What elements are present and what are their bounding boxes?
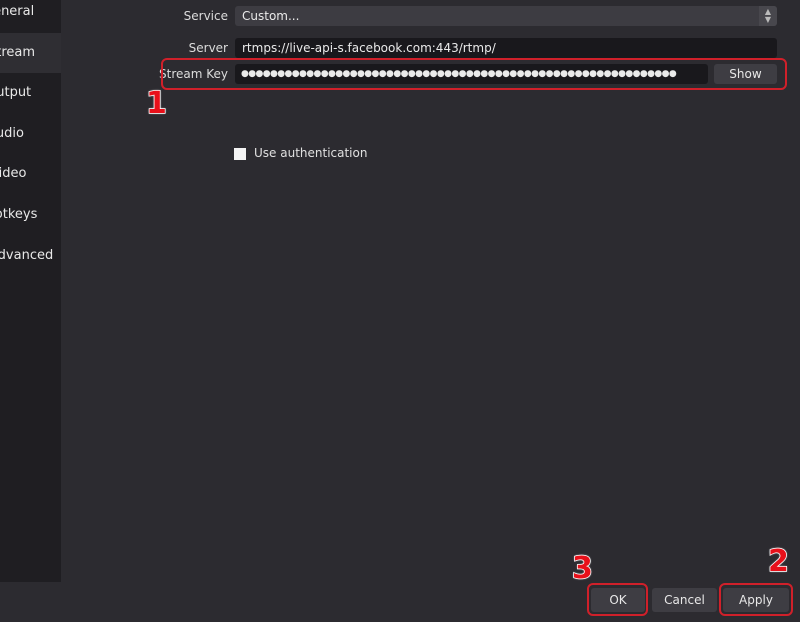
sidebar-item-advanced[interactable]: Advanced xyxy=(0,236,61,276)
sidebar-item-hotkeys[interactable]: Hotkeys xyxy=(0,195,61,235)
sidebar-item-label: Hotkeys xyxy=(0,207,38,222)
annotation-box-stream-key xyxy=(161,58,787,90)
server-label: Server xyxy=(188,41,228,55)
service-dropdown[interactable]: Custom... ▲ ▼ xyxy=(235,6,777,26)
annotation-number-3: 3 xyxy=(571,550,593,587)
use-authentication-label[interactable]: Use authentication xyxy=(254,146,367,160)
chevron-updown-icon: ▲ ▼ xyxy=(759,6,777,26)
sidebar-item-audio[interactable]: Audio xyxy=(0,114,61,154)
sidebar-item-label: Audio xyxy=(0,126,24,141)
annotation-number-1: 1 xyxy=(145,85,167,122)
service-label: Service xyxy=(183,9,228,23)
annotation-number-2: 2 xyxy=(767,543,789,580)
sidebar-item-label: Video xyxy=(0,166,27,181)
settings-sidebar: General Stream Output Audio Video Hotkey… xyxy=(0,0,61,582)
server-input[interactable]: rtmps://live-api-s.facebook.com:443/rtmp… xyxy=(235,38,777,58)
cancel-button[interactable]: Cancel xyxy=(652,588,717,612)
annotation-box-ok xyxy=(587,583,648,616)
sidebar-item-video[interactable]: Video xyxy=(0,154,61,194)
service-value: Custom... xyxy=(242,9,300,23)
annotation-box-apply xyxy=(719,583,793,616)
sidebar-item-label: Output xyxy=(0,85,32,100)
use-authentication-checkbox[interactable] xyxy=(234,148,246,160)
sidebar-item-label: Advanced xyxy=(0,248,54,263)
